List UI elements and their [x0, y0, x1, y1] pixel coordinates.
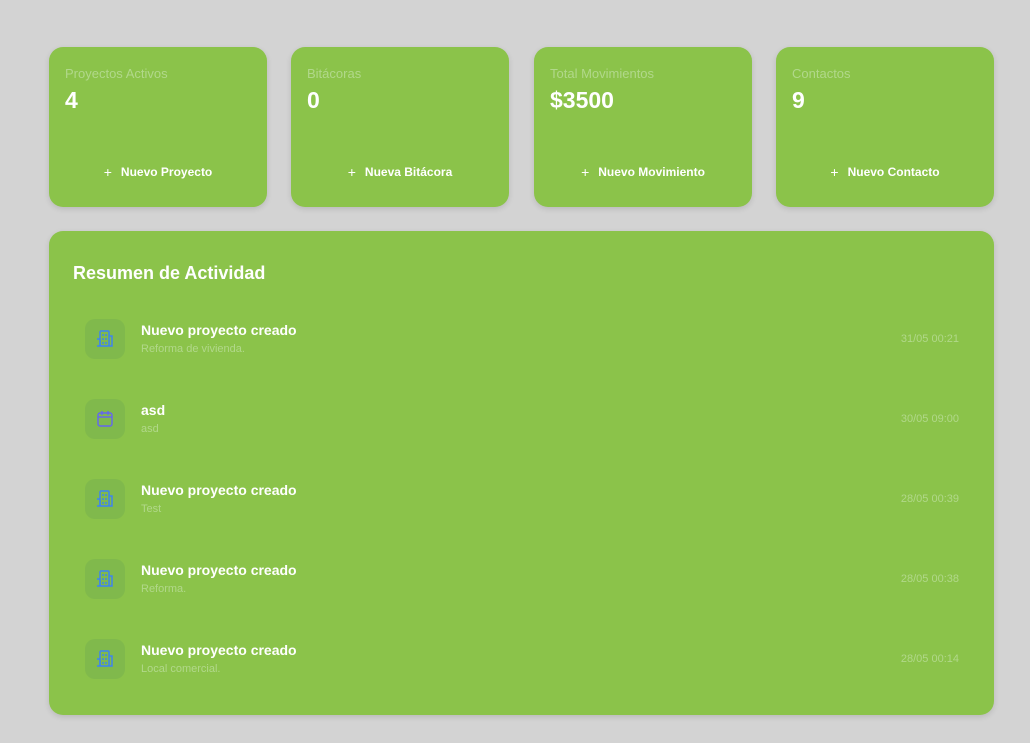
activity-subtitle: Reforma de vivienda.	[141, 343, 245, 355]
stat-value: $3500	[550, 87, 614, 113]
new-project-label: Nuevo Proyecto	[120, 165, 213, 179]
building-icon	[85, 639, 125, 679]
panel-title: Resumen de Actividad	[73, 263, 266, 283]
stat-card-contactos: Contactos 9 + Nuevo Contacto	[776, 47, 994, 207]
calendar-icon	[85, 399, 125, 439]
stat-label: Proyectos Activos	[65, 66, 168, 81]
stat-value: 0	[307, 87, 320, 113]
activity-title: Nuevo proyecto creado	[141, 322, 297, 338]
activity-item[interactable]: Nuevo proyecto creado Reforma. 28/05 00:…	[83, 559, 959, 603]
activity-title: Nuevo proyecto creado	[141, 482, 297, 498]
activity-subtitle: Local comercial.	[141, 663, 221, 675]
plus-icon: +	[830, 164, 839, 180]
activity-time: 30/05 09:00	[900, 413, 959, 425]
building-icon	[85, 479, 125, 519]
stat-value: 4	[65, 87, 78, 113]
stat-card-movimientos: Total Movimientos $3500 + Nuevo Movimien…	[534, 47, 752, 207]
new-log-label: Nueva Bitácora	[364, 165, 453, 179]
activity-title: asd	[141, 402, 166, 418]
stat-label: Bitácoras	[307, 66, 362, 81]
stat-label: Total Movimientos	[550, 66, 655, 81]
activity-subtitle: asd	[141, 423, 159, 435]
activity-title: Nuevo proyecto creado	[141, 562, 297, 578]
stat-card-bitacoras: Bitácoras 0 + Nueva Bitácora	[291, 47, 509, 207]
activity-subtitle: Test	[141, 503, 162, 515]
activity-panel: Resumen de Actividad Nuevo proyecto crea…	[49, 231, 994, 715]
activity-time: 28/05 00:39	[900, 493, 959, 505]
plus-icon: +	[103, 164, 112, 180]
activity-item[interactable]: Nuevo proyecto creado Test 28/05 00:39	[83, 479, 959, 523]
activity-subtitle: Reforma.	[141, 583, 187, 595]
activity-title: Nuevo proyecto creado	[141, 642, 297, 658]
building-icon	[85, 319, 125, 359]
plus-icon: +	[581, 164, 590, 180]
building-icon	[85, 559, 125, 599]
stat-label: Contactos	[792, 66, 851, 81]
plus-icon: +	[347, 164, 356, 180]
activity-time: 28/05 00:38	[900, 573, 959, 585]
activity-time: 31/05 00:21	[900, 333, 959, 345]
activity-time: 28/05 00:14	[900, 653, 959, 665]
new-movement-button[interactable]: + Nuevo Movimiento	[550, 155, 736, 189]
new-log-button[interactable]: + Nueva Bitácora	[307, 155, 493, 189]
new-project-button[interactable]: + Nuevo Proyecto	[65, 155, 251, 189]
new-contact-button[interactable]: + Nuevo Contacto	[792, 155, 978, 189]
stat-value: 9	[792, 87, 805, 113]
stat-card-proyectos: Proyectos Activos 4 + Nuevo Proyecto	[49, 47, 267, 207]
activity-item[interactable]: asd asd 30/05 09:00	[83, 399, 959, 443]
new-movement-label: Nuevo Movimiento	[598, 165, 705, 179]
activity-item[interactable]: Nuevo proyecto creado Reforma de viviend…	[83, 319, 959, 363]
activity-item[interactable]: Nuevo proyecto creado Local comercial. 2…	[83, 639, 959, 683]
new-contact-label: Nuevo Contacto	[847, 165, 940, 179]
